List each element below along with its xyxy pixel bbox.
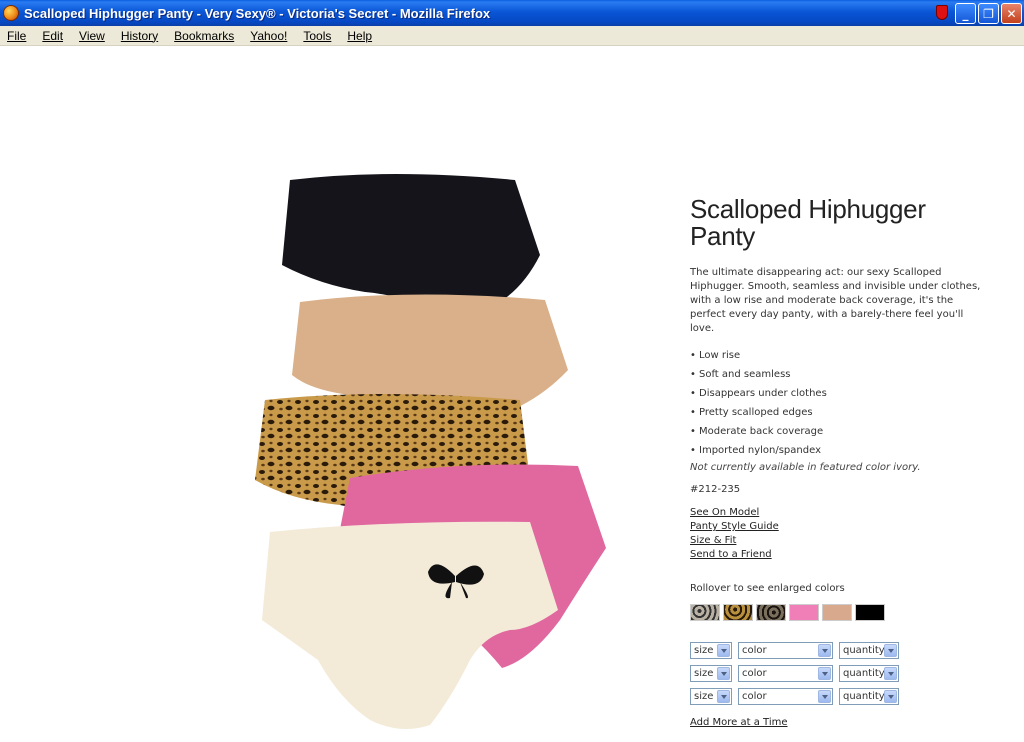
panty-style-guide-link[interactable]: Panty Style Guide — [690, 520, 779, 534]
chevron-down-icon — [717, 690, 730, 703]
availability-note: Not currently available in featured colo… — [690, 462, 921, 473]
swatch-black[interactable] — [855, 604, 885, 621]
feature-list: Low rise Soft and seamless Disappears un… — [690, 346, 990, 460]
product-image[interactable] — [240, 160, 630, 740]
chevron-down-icon — [818, 667, 831, 680]
quantity-select[interactable]: quantity — [839, 642, 899, 659]
order-row: size color quantity — [690, 642, 905, 659]
firefox-icon — [3, 5, 19, 21]
chevron-down-icon — [717, 667, 730, 680]
menu-bookmarks[interactable]: Bookmarks — [174, 29, 234, 43]
menu-bar: File Edit View History Bookmarks Yahoo! … — [0, 26, 1024, 46]
quantity-select[interactable]: quantity — [839, 665, 899, 682]
swatch-leopard-gray[interactable] — [690, 604, 720, 621]
menu-tools[interactable]: Tools — [303, 29, 331, 43]
chevron-down-icon — [884, 667, 897, 680]
maximize-button[interactable]: ❐ — [978, 3, 999, 24]
size-select[interactable]: size — [690, 688, 732, 705]
color-select[interactable]: color — [738, 642, 833, 659]
order-row: size color quantity — [690, 665, 905, 682]
feature-item: Imported nylon/spandex — [690, 441, 990, 460]
product-links: See On Model Panty Style Guide Size & Fi… — [690, 506, 779, 562]
menu-yahoo[interactable]: Yahoo! — [250, 29, 287, 43]
window-title: Scalloped Hiphugger Panty - Very Sexy® -… — [24, 5, 491, 21]
feature-item: Disappears under clothes — [690, 384, 990, 403]
close-button[interactable]: ✕ — [1001, 3, 1022, 24]
rollover-label: Rollover to see enlarged colors — [690, 583, 845, 594]
swatch-leopard-gold[interactable] — [723, 604, 753, 621]
size-select[interactable]: size — [690, 665, 732, 682]
menu-view[interactable]: View — [79, 29, 105, 43]
chevron-down-icon — [818, 644, 831, 657]
see-on-model-link[interactable]: See On Model — [690, 506, 779, 520]
sku-number: #212-235 — [690, 484, 741, 495]
add-more-link[interactable]: Add More at a Time — [690, 717, 788, 728]
size-select[interactable]: size — [690, 642, 732, 659]
feature-item: Soft and seamless — [690, 365, 990, 384]
chevron-down-icon — [717, 644, 730, 657]
product-info: Scalloped Hiphugger Panty The ultimate d… — [690, 194, 990, 728]
order-row: size color quantity — [690, 688, 905, 705]
swatch-pink[interactable] — [789, 604, 819, 621]
chevron-down-icon — [818, 690, 831, 703]
send-to-friend-link[interactable]: Send to a Friend — [690, 548, 779, 562]
feature-item: Low rise — [690, 346, 990, 365]
feature-item: Moderate back coverage — [690, 422, 990, 441]
size-fit-link[interactable]: Size & Fit — [690, 534, 779, 548]
menu-file[interactable]: File — [7, 29, 26, 43]
swatch-leopard-dark[interactable] — [756, 604, 786, 621]
quantity-select[interactable]: quantity — [839, 688, 899, 705]
shield-icon[interactable] — [936, 5, 948, 20]
product-title: Scalloped Hiphugger Panty — [690, 194, 926, 251]
panty-ivory — [262, 521, 558, 729]
color-select[interactable]: color — [738, 665, 833, 682]
chevron-down-icon — [884, 690, 897, 703]
swatch-nude[interactable] — [822, 604, 852, 621]
menu-edit[interactable]: Edit — [42, 29, 63, 43]
window-title-bar[interactable]: Scalloped Hiphugger Panty - Very Sexy® -… — [0, 0, 1024, 26]
feature-item: Pretty scalloped edges — [690, 403, 990, 422]
minimize-button[interactable]: _ — [955, 3, 976, 24]
panty-black — [282, 174, 540, 315]
menu-help[interactable]: Help — [347, 29, 372, 43]
color-select[interactable]: color — [738, 688, 833, 705]
chevron-down-icon — [884, 644, 897, 657]
menu-history[interactable]: History — [121, 29, 158, 43]
color-swatches — [690, 604, 888, 621]
product-description: The ultimate disappearing act: our sexy … — [690, 267, 981, 334]
